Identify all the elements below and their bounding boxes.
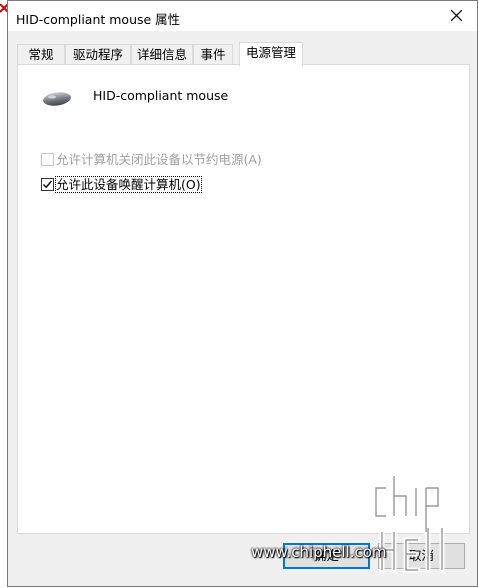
power-management-panel: HID-compliant mouse 允许计算机关闭此设备以节约电源(A) 允… [17,64,470,534]
cancel-button[interactable]: 取消 [378,543,465,569]
allow-wake-checkbox[interactable] [41,178,54,191]
allow-power-off-label: 允许计算机关闭此设备以节约电源(A) [56,152,262,167]
close-button[interactable] [437,1,477,31]
tab-driver[interactable]: 驱动程序 [65,44,131,64]
device-name: HID-compliant mouse [93,88,229,103]
tab-general[interactable]: 常规 [17,44,65,64]
close-icon [451,10,462,21]
title-bar[interactable]: HID-compliant mouse 属性 [8,1,477,31]
window-title: HID-compliant mouse 属性 [16,12,181,27]
check-mark-icon [43,180,53,189]
mouse-icon [43,92,71,106]
properties-dialog: HID-compliant mouse 属性 常规 驱动程序 详细信息 事件 电… [7,0,478,587]
allow-wake-label: 允许此设备唤醒计算机(O) [55,176,202,193]
tab-power-management[interactable]: 电源管理 [239,42,303,66]
tab-events[interactable]: 事件 [193,44,233,64]
allow-power-off-checkbox[interactable] [41,153,54,166]
ok-button[interactable]: 确定 [283,543,370,569]
tab-details[interactable]: 详细信息 [131,44,193,64]
